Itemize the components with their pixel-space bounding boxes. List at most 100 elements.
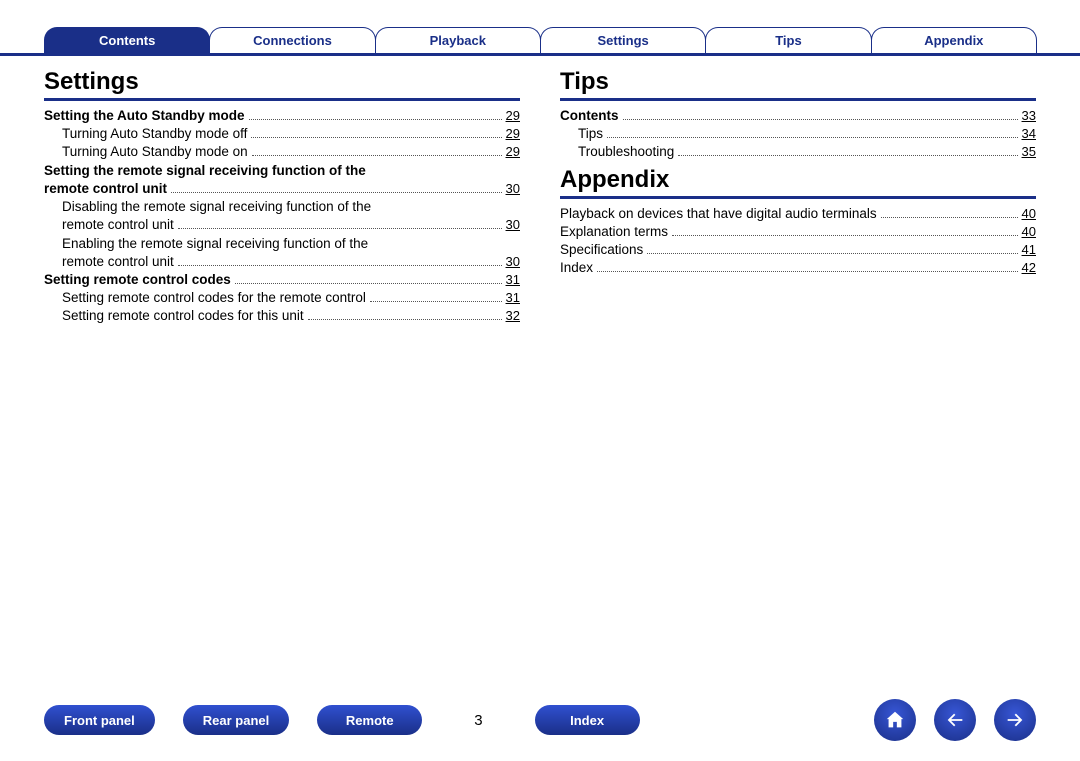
left-column: Settings Setting the Auto Standby mode 29…: [44, 64, 520, 326]
toc-row[interactable]: Specifications 41: [560, 241, 1036, 259]
toc-dots: [235, 283, 502, 284]
toc-right: Playback on devices that have digital au…: [560, 205, 1036, 278]
arrow-right-icon: [1004, 709, 1026, 731]
toc-page[interactable]: 40: [1022, 205, 1036, 223]
tab-contents[interactable]: Contents: [44, 27, 210, 53]
toc-page[interactable]: 33: [1022, 107, 1036, 125]
toc-row[interactable]: Enabling the remote signal receiving fun…: [44, 235, 520, 271]
toc-label: Disabling the remote signal receiving fu…: [62, 198, 520, 216]
toc-page[interactable]: 41: [1022, 241, 1036, 259]
home-icon: [884, 709, 906, 731]
toc-label: Contents: [560, 107, 619, 125]
toc-label: Turning Auto Standby mode off: [62, 125, 247, 143]
toc-label: Setting remote control codes for the rem…: [62, 289, 366, 307]
footer-right: [874, 699, 1036, 741]
toc-label: remote control unit: [62, 253, 174, 271]
toc-row[interactable]: Setting remote control codes for the rem…: [44, 289, 520, 307]
content-area: Settings Setting the Auto Standby mode 29…: [0, 56, 1080, 326]
toc-label: Troubleshooting: [578, 143, 674, 161]
prev-button[interactable]: [934, 699, 976, 741]
index-button[interactable]: Index: [535, 705, 640, 735]
toc-left: Setting the Auto Standby mode29Turning A…: [44, 107, 520, 326]
tab-settings[interactable]: Settings: [540, 27, 706, 53]
toc-row[interactable]: remote control unit 30: [62, 253, 520, 271]
toc-dots: [252, 155, 502, 156]
toc-dots: [623, 119, 1018, 120]
remote-button[interactable]: Remote: [317, 705, 422, 735]
toc-label: remote control unit: [62, 216, 174, 234]
toc-label: Specifications: [560, 241, 643, 259]
toc-page[interactable]: 29: [506, 143, 520, 161]
footer-left: Front panel Rear panel Remote 3 Index: [44, 705, 640, 735]
toc-page[interactable]: 35: [1022, 143, 1036, 161]
page-number: 3: [450, 712, 506, 729]
toc-row[interactable]: Setting remote control codes for this un…: [44, 307, 520, 325]
toc-dots: [597, 271, 1018, 272]
toc-row[interactable]: Explanation terms 40: [560, 223, 1036, 241]
tab-tips[interactable]: Tips: [705, 27, 871, 53]
toc-page[interactable]: 42: [1022, 259, 1036, 277]
toc-row[interactable]: Disabling the remote signal receiving fu…: [44, 198, 520, 234]
arrow-left-icon: [944, 709, 966, 731]
section-heading-settings: Settings: [44, 68, 520, 101]
right-column: TipsContents33Tips34Troubleshooting35App…: [560, 64, 1036, 326]
toc-label: Setting remote control codes for this un…: [62, 307, 304, 325]
toc-page[interactable]: 40: [1022, 223, 1036, 241]
section-heading-tips: Tips: [560, 68, 1036, 101]
tab-connections[interactable]: Connections: [209, 27, 375, 53]
toc-row[interactable]: Contents 33: [560, 107, 1036, 125]
toc-dots: [178, 228, 502, 229]
toc-page[interactable]: 29: [506, 125, 520, 143]
toc-dots: [171, 192, 502, 193]
toc-dots: [678, 155, 1017, 156]
toc-row[interactable]: Setting remote control codes 31: [44, 271, 520, 289]
toc-dots: [251, 137, 501, 138]
toc-right: Contents 33 Tips 34 Troubleshooting 35: [560, 107, 1036, 162]
toc-page[interactable]: 30: [506, 180, 520, 198]
front-panel-button[interactable]: Front panel: [44, 705, 155, 735]
toc-dots: [881, 217, 1018, 218]
toc-dots: [370, 301, 502, 302]
toc-label: Explanation terms: [560, 223, 668, 241]
toc-row[interactable]: remote control unit 30: [44, 180, 520, 198]
toc-label: Setting the remote signal receiving func…: [44, 162, 520, 180]
next-button[interactable]: [994, 699, 1036, 741]
toc-page[interactable]: 31: [506, 271, 520, 289]
toc-page[interactable]: 30: [506, 216, 520, 234]
toc-page[interactable]: 34: [1022, 125, 1036, 143]
tab-appendix[interactable]: Appendix: [871, 27, 1037, 53]
toc-dots: [647, 253, 1017, 254]
toc-row[interactable]: remote control unit 30: [62, 216, 520, 234]
toc-dots: [178, 265, 502, 266]
toc-label: Setting the Auto Standby mode: [44, 107, 245, 125]
toc-page[interactable]: 30: [506, 253, 520, 271]
toc-label: remote control unit: [44, 180, 167, 198]
toc-page[interactable]: 32: [506, 307, 520, 325]
toc-dots: [672, 235, 1017, 236]
home-button[interactable]: [874, 699, 916, 741]
tab-playback[interactable]: Playback: [375, 27, 541, 53]
toc-row[interactable]: Playback on devices that have digital au…: [560, 205, 1036, 223]
toc-label: Setting remote control codes: [44, 271, 231, 289]
toc-label: Turning Auto Standby mode on: [62, 143, 248, 161]
toc-page[interactable]: 31: [506, 289, 520, 307]
toc-row[interactable]: Index 42: [560, 259, 1036, 277]
toc-row[interactable]: Turning Auto Standby mode on 29: [44, 143, 520, 161]
toc-dots: [308, 319, 502, 320]
top-tabs: ContentsConnectionsPlaybackSettingsTipsA…: [0, 0, 1080, 56]
toc-dots: [249, 119, 502, 120]
section-heading-appendix: Appendix: [560, 166, 1036, 199]
toc-row[interactable]: Turning Auto Standby mode off 29: [44, 125, 520, 143]
toc-row[interactable]: Setting the Auto Standby mode 29: [44, 107, 520, 125]
rear-panel-button[interactable]: Rear panel: [183, 705, 289, 735]
toc-row[interactable]: Troubleshooting 35: [560, 143, 1036, 161]
toc-page[interactable]: 29: [506, 107, 520, 125]
toc-label: Playback on devices that have digital au…: [560, 205, 877, 223]
toc-row[interactable]: Tips 34: [560, 125, 1036, 143]
footer: Front panel Rear panel Remote 3 Index: [0, 699, 1080, 741]
toc-dots: [607, 137, 1018, 138]
toc-label: Tips: [578, 125, 603, 143]
toc-label: Index: [560, 259, 593, 277]
toc-row[interactable]: Setting the remote signal receiving func…: [44, 162, 520, 198]
toc-label: Enabling the remote signal receiving fun…: [62, 235, 520, 253]
